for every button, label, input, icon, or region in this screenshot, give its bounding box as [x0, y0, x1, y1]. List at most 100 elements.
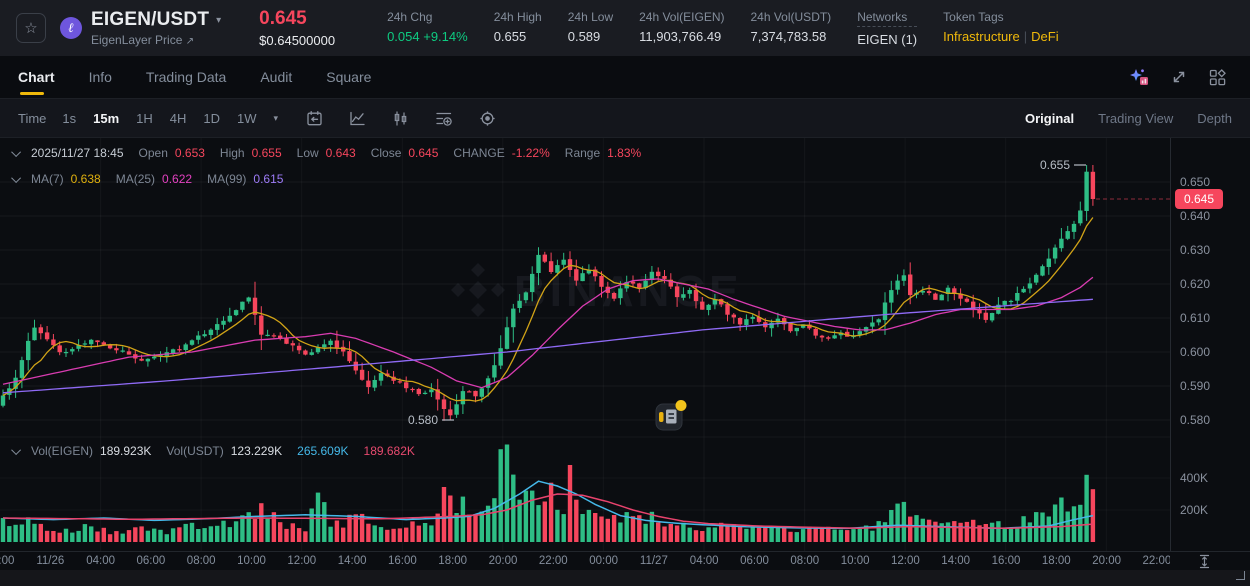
- ma-label-ma-7: MA(7): [31, 172, 64, 186]
- vol-value-2: 265.609K: [297, 444, 348, 458]
- ohlc-label-close: Close: [371, 146, 402, 160]
- tab-info[interactable]: Info: [89, 56, 112, 98]
- ohlc-value-change: -1.22%: [512, 146, 550, 160]
- time-tick: 22:00: [1143, 555, 1171, 567]
- stat-label: 24h Vol(USDT): [750, 10, 831, 24]
- interval-4h[interactable]: 4H: [170, 111, 187, 126]
- tab-chart[interactable]: Chart: [18, 56, 55, 98]
- eigenlayer-logo: ℓ: [60, 17, 82, 39]
- token-tag-infrastructure[interactable]: Infrastructure: [943, 29, 1020, 44]
- time-tick: 04:00: [86, 555, 115, 567]
- tab-trading-data[interactable]: Trading Data: [146, 56, 226, 98]
- ohlc-value-close: 0.645: [408, 146, 438, 160]
- view-original[interactable]: Original: [1025, 111, 1074, 126]
- indicators-button[interactable]: [435, 110, 453, 127]
- stat-token-tags: Token Tags Infrastructure|DeFi: [943, 10, 1058, 47]
- candle-datetime: 2025/11/27 18:45: [31, 146, 124, 160]
- ohlc-value-range: 1.83%: [607, 146, 641, 160]
- vol-label-vol-usdt: Vol(USDT): [166, 444, 223, 458]
- time-tick: 12:00: [891, 555, 920, 567]
- low-annotation: 0.580: [408, 413, 438, 427]
- resize-corner-handle[interactable]: [1236, 571, 1245, 580]
- ma-legend: MA(7)0.638MA(25)0.622MA(99)0.615: [14, 172, 298, 186]
- stat-24h-low: 24h Low0.589: [568, 10, 613, 47]
- time-tick: 10:00: [237, 555, 266, 567]
- stat-24h-high: 24h High 0.655: [494, 10, 542, 47]
- stat-value: 0.054 +9.14%: [387, 29, 468, 44]
- stat-24h-vol-eigen: 24h Vol(EIGEN)11,903,766.49: [639, 10, 724, 47]
- time-tick: 18:00: [438, 555, 467, 567]
- time-tick: 20:00: [1092, 555, 1121, 567]
- ma-label-ma-25: MA(25): [116, 172, 155, 186]
- price-axis[interactable]: 0.6500.6400.6300.6200.6100.6000.5900.580…: [1170, 138, 1250, 551]
- widgets-button[interactable]: [1209, 69, 1226, 86]
- chart-view-switcher: Original Trading View Depth: [1025, 111, 1232, 126]
- jump-to-date-button[interactable]: [306, 110, 323, 127]
- ma-value-ma-25: 0.622: [162, 172, 192, 186]
- interval-1d[interactable]: 1D: [203, 111, 220, 126]
- trading-app: ☆ ℓ EIGEN/USDT ▾ EigenLayer Price ↗ 0.64…: [0, 0, 1250, 586]
- ohlc-label-low: Low: [297, 146, 319, 160]
- stat-value: Infrastructure|DeFi: [943, 29, 1058, 44]
- pair-selector[interactable]: ℓ EIGEN/USDT ▾ EigenLayer Price ↗: [60, 9, 221, 47]
- stat-label: 24h High: [494, 10, 542, 24]
- chart-canvas[interactable]: BINANCE0.6550.580: [0, 138, 1170, 551]
- volume-tick: 400K: [1180, 471, 1208, 485]
- price-tick: 0.610: [1180, 311, 1210, 325]
- ohlc-label-range: Range: [565, 146, 600, 160]
- external-link-icon: ↗: [186, 36, 194, 47]
- news-event-marker[interactable]: [656, 400, 687, 430]
- time-label: Time: [18, 111, 46, 126]
- token-tag-defi[interactable]: DeFi: [1031, 29, 1058, 44]
- tab-audit[interactable]: Audit: [260, 56, 292, 98]
- fullscreen-button[interactable]: [1171, 69, 1187, 85]
- chart-toolbar: Time 1s 15m 1H 4H 1D 1W ▾: [0, 98, 1250, 138]
- interval-1w[interactable]: 1W: [237, 111, 257, 126]
- time-tick: 06:00: [740, 555, 769, 567]
- candlestick-icon: [392, 110, 409, 127]
- chart-settings-button[interactable]: [479, 110, 496, 127]
- interval-group: 1s 15m 1H 4H 1D 1W: [62, 111, 273, 126]
- volume-tick: 200K: [1180, 503, 1208, 517]
- price-tick: 0.600: [1180, 345, 1210, 359]
- time-tick: 11/27: [640, 555, 668, 567]
- interval-more-dropdown[interactable]: ▾: [274, 113, 279, 124]
- stat-label: Token Tags: [943, 10, 1058, 24]
- stat-value: 0.655: [494, 29, 542, 44]
- time-tick: 18:00: [1042, 555, 1071, 567]
- pair-header: ☆ ℓ EIGEN/USDT ▾ EigenLayer Price ↗ 0.64…: [0, 0, 1250, 56]
- chevron-down-icon: ▾: [216, 15, 221, 26]
- candle-type-button[interactable]: [392, 110, 409, 127]
- view-depth[interactable]: Depth: [1197, 111, 1232, 126]
- time-tick: 16:00: [992, 555, 1021, 567]
- gear-icon: [479, 110, 496, 127]
- favorite-button[interactable]: ☆: [16, 13, 46, 43]
- stat-24h-chg: 24h Chg 0.054 +9.14%: [387, 10, 468, 47]
- view-trading-view[interactable]: Trading View: [1098, 111, 1173, 126]
- high-annotation: 0.655: [1040, 158, 1070, 172]
- stat-label: Networks: [857, 10, 917, 27]
- tab-square[interactable]: Square: [326, 56, 371, 98]
- pair-name[interactable]: EIGEN/USDT: [91, 9, 209, 31]
- pair-subtitle-link[interactable]: EigenLayer Price ↗: [91, 33, 221, 47]
- ma-value-ma-7: 0.638: [71, 172, 101, 186]
- ohlc-legend: 2025/11/27 18:45 Open0.653High0.655Low0.…: [14, 146, 656, 160]
- interval-1h[interactable]: 1H: [136, 111, 153, 126]
- time-tick: 08:00: [187, 555, 216, 567]
- ohlc-label-open: Open: [139, 146, 168, 160]
- time-tick: 16:00: [388, 555, 417, 567]
- indicator-settings-icon: [435, 110, 453, 127]
- time-tick: 11/26: [36, 555, 64, 567]
- ohlc-label-change: CHANGE: [453, 146, 504, 160]
- chart-style-button[interactable]: [349, 110, 366, 127]
- stat-label: 24h Chg: [387, 10, 468, 24]
- stat-networks: NetworksEIGEN (1): [857, 10, 917, 47]
- time-tick: 12:00: [287, 555, 316, 567]
- interval-1s[interactable]: 1s: [62, 111, 76, 126]
- time-axis[interactable]: 00:0011/2604:0006:0008:0010:0012:0014:00…: [0, 551, 1250, 570]
- tag-separator: |: [1020, 29, 1031, 44]
- ohlc-value-low: 0.643: [326, 146, 356, 160]
- interval-15m[interactable]: 15m: [93, 111, 119, 126]
- ai-analysis-button[interactable]: [1129, 68, 1149, 86]
- vol-value-0: 189.923K: [100, 444, 151, 458]
